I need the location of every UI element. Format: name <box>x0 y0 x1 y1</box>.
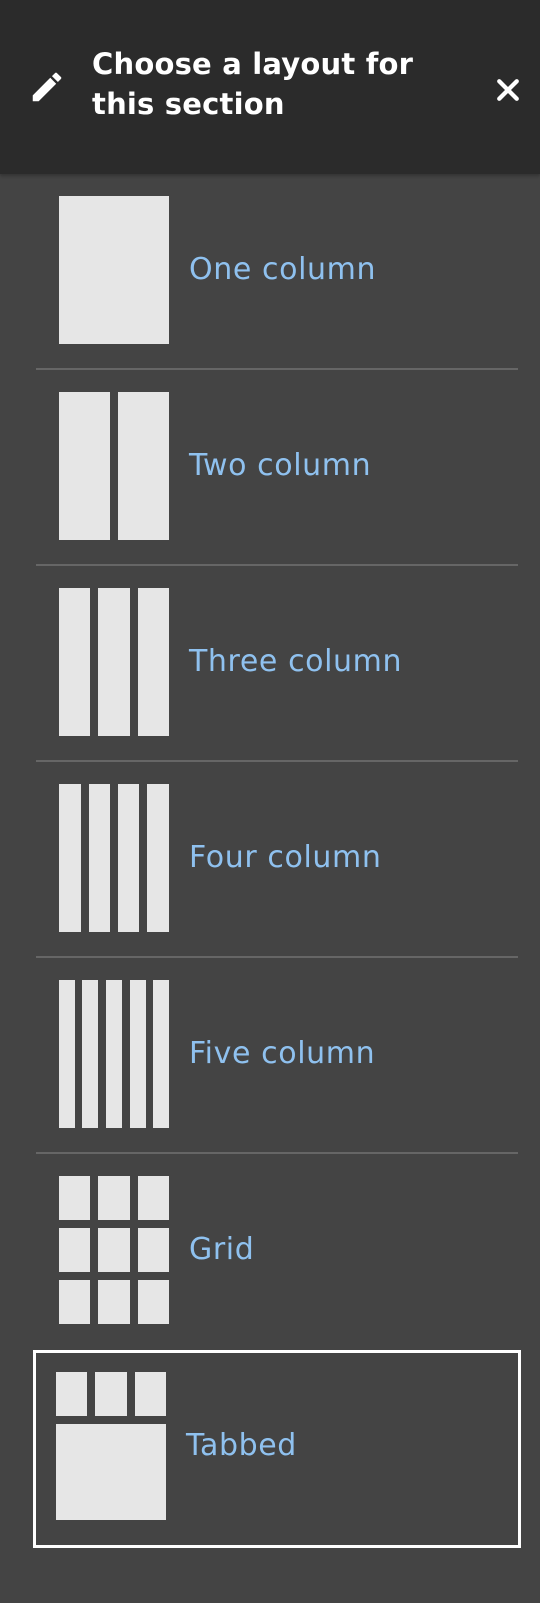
four-column-layout-icon <box>59 784 169 932</box>
three-column-layout-icon <box>59 588 169 736</box>
tabbed-layout-icon <box>56 1372 166 1520</box>
layout-option-label: Tabbed <box>186 1428 297 1463</box>
grid-layout-icon <box>59 1176 169 1324</box>
layout-option-one-column[interactable]: One column <box>36 174 518 370</box>
layout-option-label: Grid <box>189 1232 255 1267</box>
panel-title: Choose a layout for this section <box>92 47 414 121</box>
layout-option-four-column[interactable]: Four column <box>36 762 518 958</box>
layout-option-label: Four column <box>189 840 382 875</box>
layout-option-label: Three column <box>189 644 403 679</box>
layout-option-two-column[interactable]: Two column <box>36 370 518 566</box>
close-icon[interactable] <box>493 75 523 105</box>
layout-option-label: One column <box>189 252 377 287</box>
pencil-icon <box>32 72 62 102</box>
layout-option-three-column[interactable]: Three column <box>36 566 518 762</box>
layout-option-tabbed[interactable]: Tabbed <box>33 1350 521 1548</box>
panel-header: Choose a layout for this section <box>0 0 540 174</box>
five-column-layout-icon <box>59 980 169 1128</box>
layout-option-label: Two column <box>189 448 372 483</box>
one-column-layout-icon <box>59 196 169 344</box>
layout-option-label: Five column <box>189 1036 376 1071</box>
two-column-layout-icon <box>59 392 169 540</box>
layout-option-five-column[interactable]: Five column <box>36 958 518 1154</box>
layout-option-grid[interactable]: Grid <box>36 1154 518 1350</box>
layout-chooser-panel: Choose a layout for this section One col… <box>0 0 540 1603</box>
